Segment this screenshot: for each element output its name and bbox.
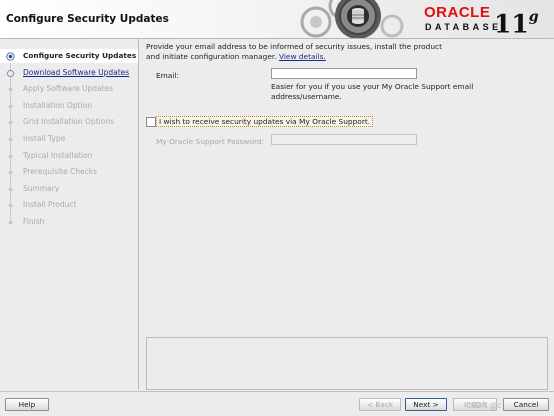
email-help-line2: address/username. bbox=[271, 92, 342, 101]
nav-step-label[interactable]: Configure Security Updates bbox=[23, 51, 136, 60]
nav-step-label: Installation Option bbox=[23, 100, 92, 110]
gears-graphic-icon bbox=[300, 0, 404, 38]
bottom-divider bbox=[0, 391, 554, 392]
nav-step-label: Apply Software Updates bbox=[23, 84, 114, 94]
oracle-logo: ORACLE bbox=[424, 4, 491, 21]
step-pending-icon bbox=[8, 154, 13, 158]
security-updates-checkbox-label[interactable]: I wish to receive security updates via M… bbox=[156, 116, 374, 127]
nav-step-label: Prerequisite Checks bbox=[23, 167, 97, 177]
step-pending-icon bbox=[8, 121, 13, 125]
nav-step-label: Install Type bbox=[23, 134, 66, 143]
nav-step-label: Grid Installation Options bbox=[23, 117, 114, 127]
intro-text: Provide your email address to be informe… bbox=[146, 42, 546, 62]
nav-step-label[interactable]: Download Software Updates bbox=[23, 68, 129, 77]
message-pane bbox=[146, 337, 548, 390]
password-field[interactable] bbox=[271, 134, 417, 145]
nav-step-grid-installation-options: Grid Installation Options bbox=[0, 115, 138, 129]
header-banner: Configure Security Updates ORACLE DATABA… bbox=[0, 0, 554, 39]
email-help-text: Easier for you if you use your My Oracle… bbox=[271, 82, 531, 102]
step-pending-icon bbox=[8, 204, 13, 208]
page-title: Configure Security Updates bbox=[6, 13, 169, 25]
nav-step-apply-software-updates: Apply Software Updates bbox=[0, 82, 138, 96]
nav-step-install-type: Install Type bbox=[0, 132, 138, 146]
intro-line1: Provide your email address to be informe… bbox=[146, 42, 442, 51]
steps-sidebar: Configure Security Updates Download Softw… bbox=[0, 39, 139, 390]
step-pending-icon bbox=[8, 137, 13, 142]
cancel-button[interactable]: Cancel bbox=[503, 398, 549, 411]
nav-step-label: Summary bbox=[23, 183, 60, 193]
nav-step-prerequisite-checks: Prerequisite Checks bbox=[0, 165, 138, 179]
watermark: CSDN @c bbox=[466, 401, 502, 410]
database-logo-text: DATABASE bbox=[425, 22, 502, 32]
step-pending-icon bbox=[8, 170, 13, 175]
version-suffix: g bbox=[528, 9, 539, 25]
nav-step-label: Typical Installation bbox=[23, 150, 93, 160]
step-pending-icon bbox=[8, 87, 13, 92]
back-button[interactable]: < Back bbox=[359, 398, 401, 411]
nav-step-summary: Summary bbox=[0, 182, 138, 196]
step-current-icon bbox=[6, 52, 15, 61]
version-number: 11 bbox=[494, 9, 529, 39]
intro-line2: and initiate configuration manager. bbox=[146, 52, 277, 61]
nav-step-download-software-updates[interactable]: Download Software Updates bbox=[0, 66, 138, 80]
email-field[interactable] bbox=[271, 68, 417, 79]
nav-step-configure-security-updates[interactable]: Configure Security Updates bbox=[0, 49, 138, 63]
version-logo: 11g bbox=[494, 4, 539, 39]
nav-step-label: Install Product bbox=[23, 200, 77, 210]
nav-step-label: Finish bbox=[23, 217, 45, 226]
nav-step-installation-option: Installation Option bbox=[0, 99, 138, 113]
step-pending-icon bbox=[8, 187, 13, 192]
view-details-link[interactable]: View details. bbox=[279, 52, 326, 61]
email-help-line1: Easier for you if you use your My Oracle… bbox=[271, 82, 474, 91]
nav-step-finish: Finish bbox=[0, 215, 138, 229]
nav-step-typical-installation: Typical Installation bbox=[0, 149, 138, 163]
nav-step-install-product: Install Product bbox=[0, 198, 138, 212]
security-updates-checkbox[interactable] bbox=[146, 117, 156, 127]
step-pending-icon bbox=[8, 220, 13, 225]
email-label: Email: bbox=[156, 71, 179, 80]
step-link-icon bbox=[7, 69, 14, 77]
next-button[interactable]: Next > bbox=[405, 398, 447, 411]
step-pending-icon bbox=[8, 104, 13, 109]
password-label: My Oracle Support Password: bbox=[156, 137, 265, 146]
help-button[interactable]: Help bbox=[5, 398, 49, 411]
